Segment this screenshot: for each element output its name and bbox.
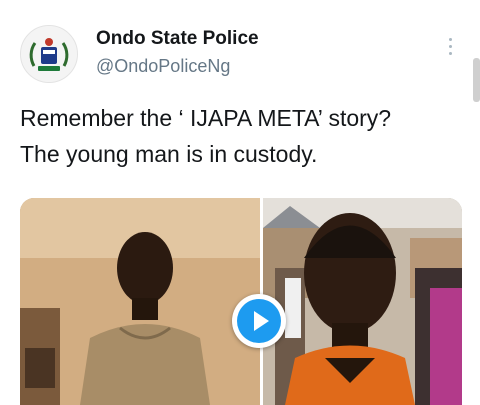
account-handle[interactable]: @OndoPoliceNg bbox=[96, 56, 230, 77]
scrollbar[interactable] bbox=[473, 58, 480, 102]
tweet-line: Remember the ‘ IJAPA META’ story? bbox=[20, 105, 392, 131]
tweet-text: Remember the ‘ IJAPA META’ story? The yo… bbox=[20, 100, 470, 172]
tweet-line: The young man is in custody. bbox=[20, 141, 318, 167]
profile-avatar[interactable] bbox=[20, 25, 78, 83]
police-crest-icon bbox=[21, 26, 77, 82]
account-name[interactable]: Ondo State Police bbox=[96, 28, 259, 50]
more-vertical-icon[interactable] bbox=[442, 38, 458, 64]
play-icon bbox=[237, 299, 281, 343]
video-thumbnail[interactable] bbox=[20, 198, 462, 405]
play-button[interactable] bbox=[232, 294, 286, 348]
